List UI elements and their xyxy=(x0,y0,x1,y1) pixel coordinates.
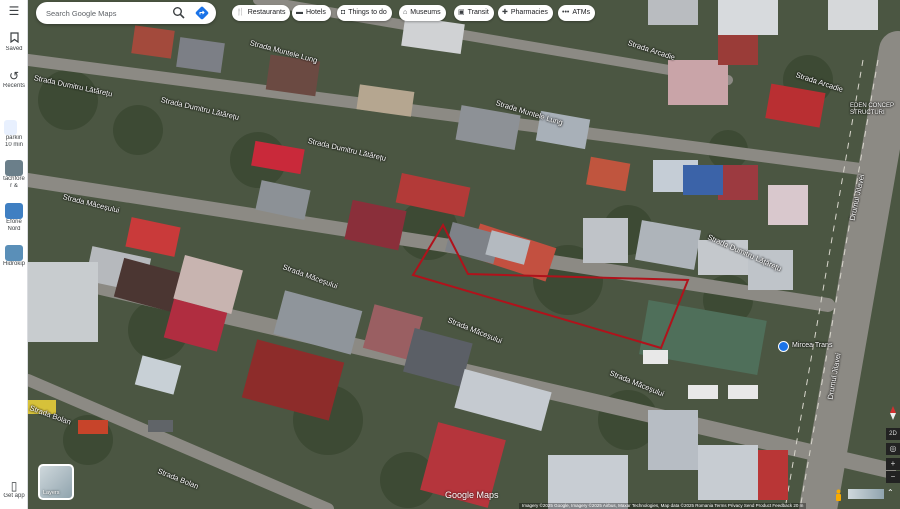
fork-knife-icon: 🍴 xyxy=(236,9,245,16)
chip-pharmacies[interactable]: ✚ Pharmacies xyxy=(498,5,553,21)
museum-icon: ⌂ xyxy=(403,9,408,16)
recent-place-4[interactable]: Hidrokip xyxy=(0,245,28,268)
chip-label: Restaurants xyxy=(247,9,286,16)
recent-place-2[interactable]: tachfore r & xyxy=(0,160,28,190)
place-thumbnail xyxy=(5,203,23,219)
zoom-out-button[interactable]: − xyxy=(886,471,900,483)
get-app-button[interactable]: ▯ Get app xyxy=(0,480,28,500)
get-app-label: Get app xyxy=(3,493,25,499)
layers-label: Layers xyxy=(43,490,60,496)
search-box xyxy=(36,2,216,24)
directions-icon[interactable] xyxy=(195,6,209,20)
layers-button[interactable]: Layers xyxy=(38,464,74,500)
map-label-line: EDEN CONCEP xyxy=(850,103,895,109)
atm-icon: ••• xyxy=(562,9,570,16)
map-label-line: STRUCTURI xyxy=(850,110,885,116)
history-icon: ↺ xyxy=(8,69,20,83)
chip-restaurants[interactable]: 🍴 Restaurants xyxy=(232,5,291,21)
recents-label: Recents xyxy=(2,83,25,89)
chip-transit[interactable]: ▣ Transit xyxy=(454,5,494,21)
recent-place-label: Hidrokip xyxy=(2,261,25,267)
hamburger-icon: ☰ xyxy=(8,4,20,18)
expand-icon[interactable]: ⌃ xyxy=(887,488,897,498)
recent-place-1[interactable]: pārkin 10 min xyxy=(0,120,28,149)
compass-icon[interactable] xyxy=(886,406,900,420)
chip-atms[interactable]: ••• ATMs xyxy=(558,5,596,21)
recents-button[interactable]: ↺ Recents xyxy=(0,70,28,90)
place-thumbnail xyxy=(5,160,23,176)
recent-place-sub: Nord xyxy=(7,226,21,232)
imagery-thumbnails[interactable] xyxy=(848,489,884,499)
recent-place-label: Eforie xyxy=(6,219,22,225)
bookmark-icon xyxy=(0,32,28,46)
chip-label: Hotels xyxy=(306,9,326,16)
my-location-icon[interactable]: ◎ xyxy=(886,443,900,455)
phone-icon: ▯ xyxy=(10,479,18,493)
recent-place-label: pārkin xyxy=(5,135,23,141)
chip-label: Transit xyxy=(467,9,489,16)
chip-museums[interactable]: ⌂ Museums xyxy=(399,5,446,21)
chip-label: ATMs xyxy=(572,9,591,16)
recent-place-3[interactable]: Eforie Nord xyxy=(0,203,28,233)
parking-icon xyxy=(4,120,17,135)
search-input[interactable] xyxy=(46,5,166,21)
chip-hotels[interactable]: ▬ Hotels xyxy=(292,5,331,21)
camera-icon: ◘ xyxy=(341,9,346,16)
recent-place-sub: r & xyxy=(10,183,18,189)
saved-label: Saved xyxy=(5,46,23,52)
saved-button[interactable]: Saved xyxy=(0,32,28,53)
attribution: Imagery ©2025 Google, Imagery ©2025 Airb… xyxy=(519,503,807,509)
chip-label: Pharmacies xyxy=(510,9,548,16)
chip-label: Things to do xyxy=(348,9,387,16)
pharmacy-icon: ✚ xyxy=(502,9,508,16)
search-icon[interactable] xyxy=(172,6,186,20)
left-rail: ☰ Saved ↺ Recents pārkin 10 min tachfore… xyxy=(0,0,28,509)
chip-label: Museums xyxy=(410,9,441,16)
zoom-in-button[interactable]: + xyxy=(886,458,900,470)
chip-things-to-do[interactable]: ◘ Things to do xyxy=(337,5,392,21)
recent-place-label: tachfore xyxy=(3,176,25,182)
poi-label: Mircea Trans xyxy=(792,342,833,349)
recent-place-sub: 10 min xyxy=(4,142,23,148)
bed-icon: ▬ xyxy=(296,9,303,16)
place-thumbnail xyxy=(5,245,23,261)
menu-button[interactable]: ☰ xyxy=(0,5,28,18)
satellite-imagery xyxy=(28,0,900,509)
pin-icon xyxy=(778,341,789,352)
pegman-icon[interactable] xyxy=(833,488,844,501)
train-icon: ▣ xyxy=(458,9,465,16)
google-logo: Google Maps xyxy=(445,490,499,500)
map-label-corner: EDEN CONCEP STRUCTURI xyxy=(850,103,894,117)
satellite-map[interactable]: Strada Muntele Lung Strada Muntele Lung … xyxy=(28,0,900,509)
tilt-toggle[interactable]: 2D xyxy=(886,428,900,440)
